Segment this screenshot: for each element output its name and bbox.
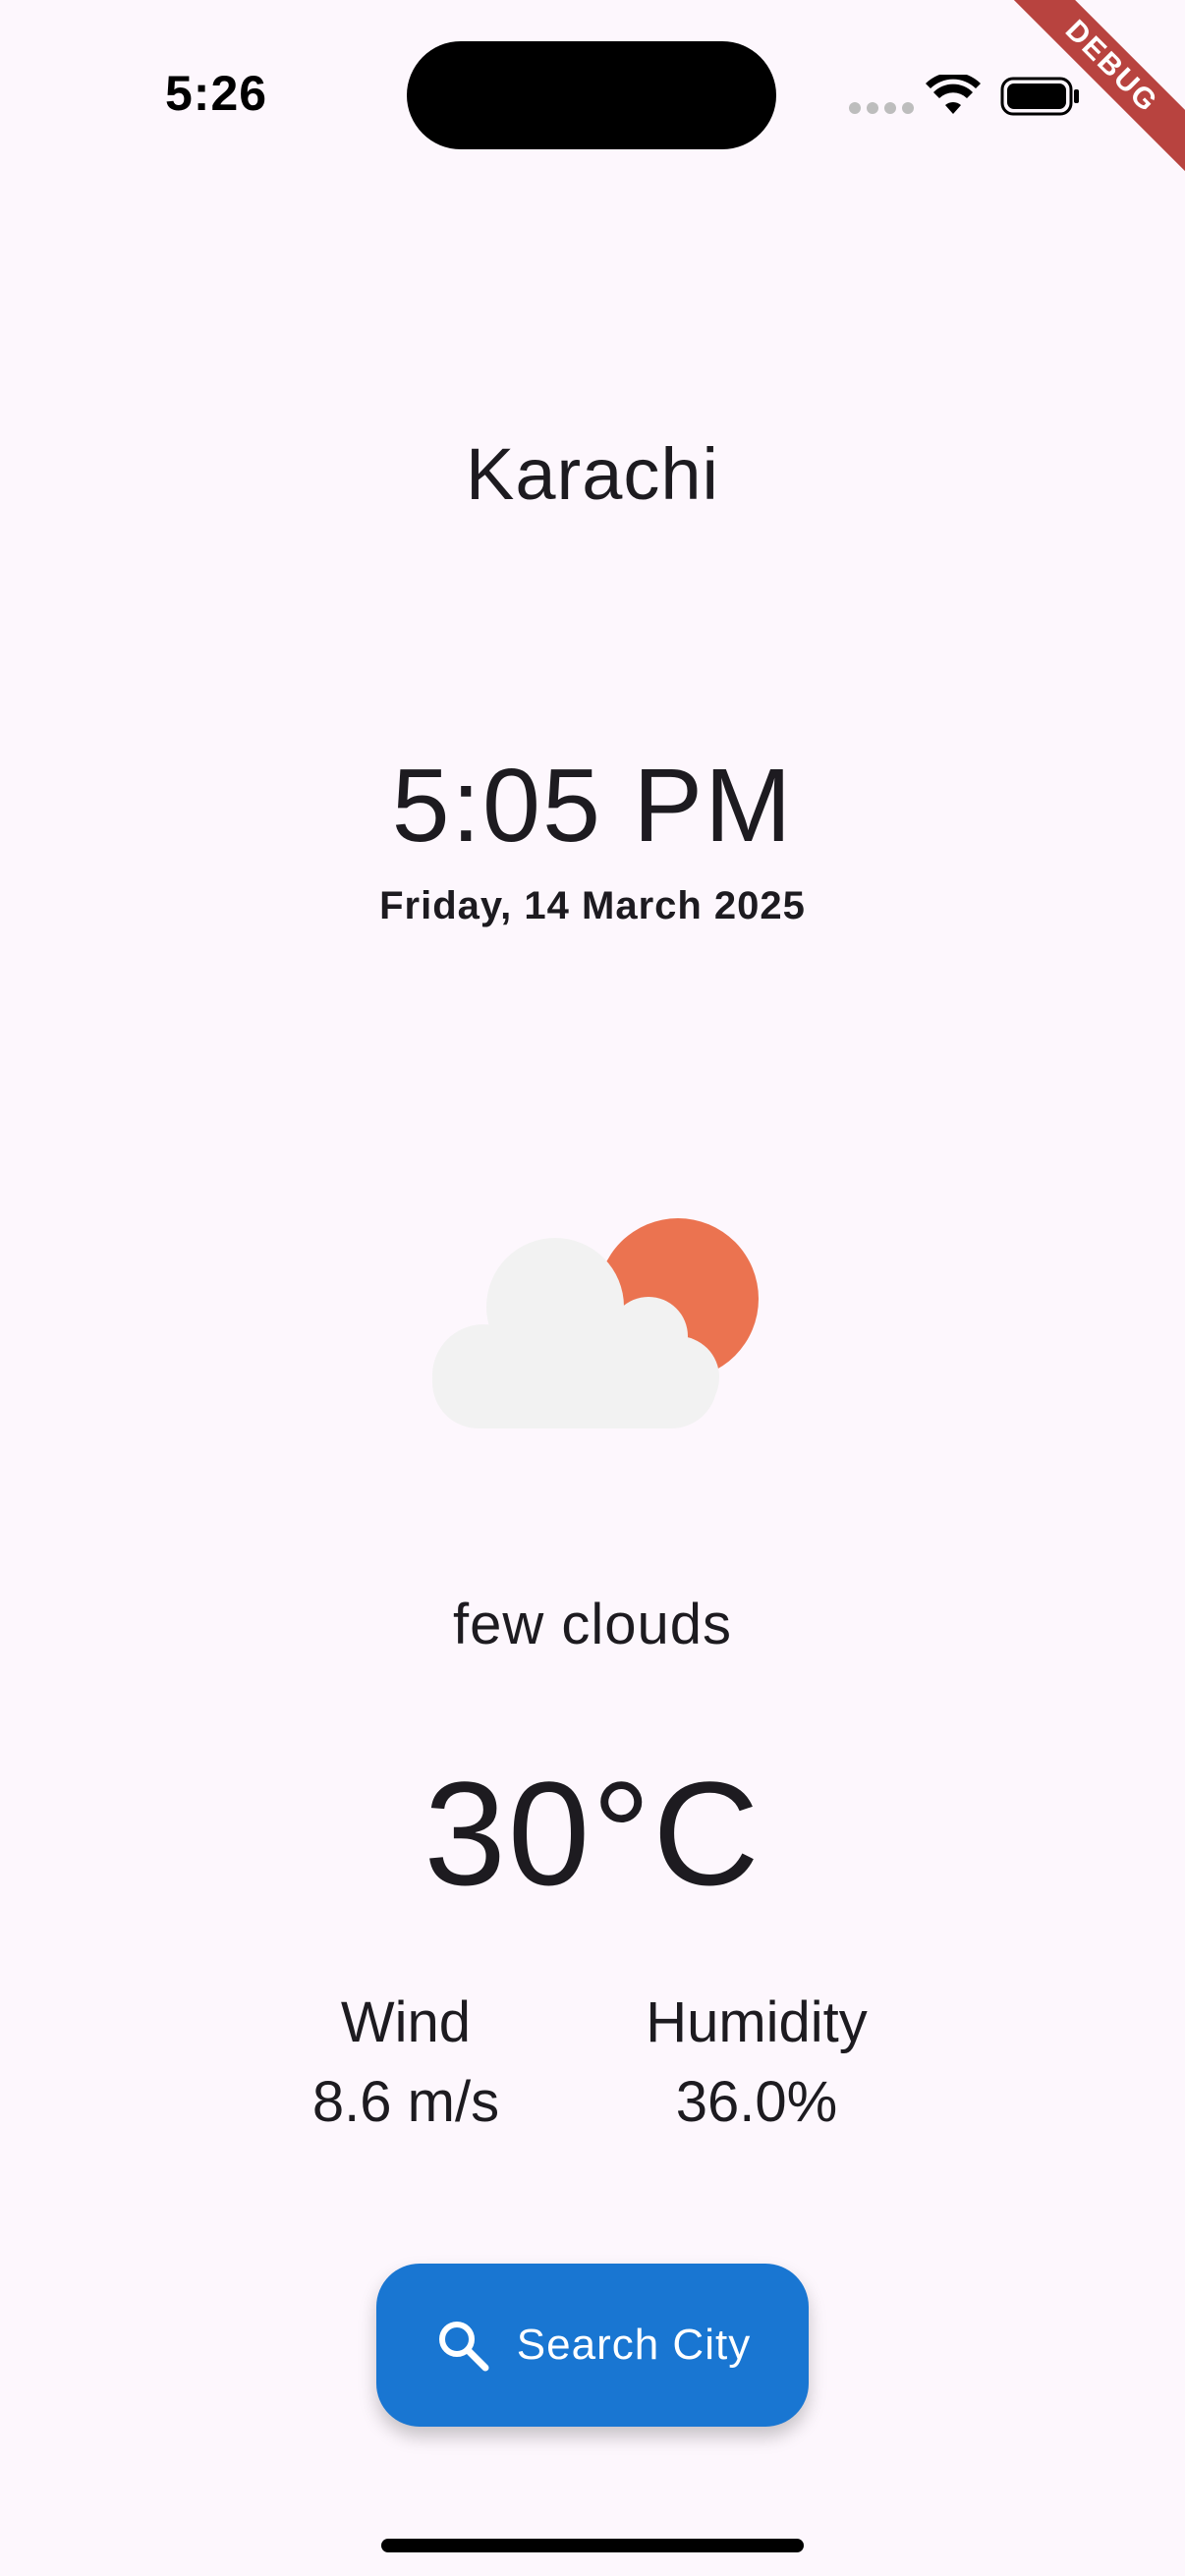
weather-screen: 5:26 DEBUG Karachi 5:05 PM Friday, 14 Ma… — [0, 0, 1185, 2576]
search-city-button[interactable]: Search City — [376, 2264, 809, 2427]
wifi-icon — [926, 75, 981, 114]
wind-stat: Wind 8.6 m/s — [249, 1989, 563, 2135]
home-indicator[interactable] — [381, 2539, 804, 2552]
wind-label: Wind — [340, 1990, 472, 2054]
weather-description: few clouds — [452, 1593, 733, 1656]
dynamic-island — [407, 41, 776, 149]
city-name: Karachi — [466, 433, 719, 515]
partly-cloudy-day-icon — [432, 1218, 759, 1428]
humidity-stat: Humidity 36.0% — [599, 1989, 914, 2135]
humidity-value: 36.0% — [675, 2070, 838, 2134]
search-icon — [438, 2322, 489, 2372]
cellular-signal-icon — [849, 102, 914, 114]
search-city-label: Search City — [516, 2321, 752, 2369]
temperature: 30°C — [423, 1751, 762, 1916]
humidity-label: Humidity — [646, 1990, 868, 2054]
battery-icon — [1000, 77, 1079, 116]
local-time: 5:05 PM — [391, 748, 794, 864]
current-date: Friday, 14 March 2025 — [379, 884, 806, 927]
status-time: 5:26 — [165, 66, 268, 121]
wind-value: 8.6 m/s — [311, 2070, 500, 2134]
